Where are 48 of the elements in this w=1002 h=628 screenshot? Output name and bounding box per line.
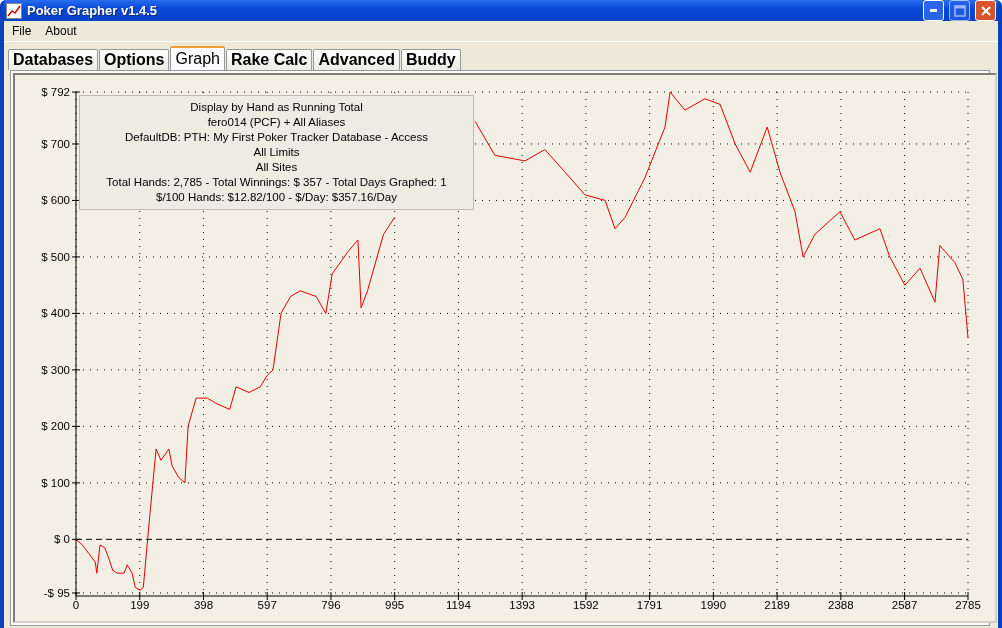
y-tick-label: $ 100	[41, 476, 70, 489]
close-button[interactable]	[975, 0, 996, 21]
tab[interactable]: Graph	[170, 46, 225, 70]
x-tick-label: 1194	[446, 599, 471, 611]
menu-item[interactable]: File	[6, 23, 38, 39]
tab[interactable]: Databases	[8, 49, 99, 70]
x-tick-label: 199	[130, 599, 150, 611]
y-tick-label: $ 0	[54, 533, 70, 546]
y-tick-label: $ 400	[41, 307, 70, 320]
minimize-icon	[930, 9, 937, 12]
maximize-button[interactable]	[949, 0, 970, 21]
x-tick-label: 2785	[955, 599, 981, 611]
close-icon	[979, 4, 992, 17]
info-line: $/100 Hands: $12.82/100 - $/Day: $357.16/Day	[156, 190, 397, 205]
y-tick-label: $ 700	[41, 137, 70, 150]
y-tick-label: -$ 95	[43, 587, 70, 599]
x-tick-label: 995	[385, 599, 405, 611]
menu-item[interactable]: About	[39, 23, 83, 39]
minimize-button[interactable]	[923, 0, 944, 21]
x-tick-label: 0	[72, 599, 80, 611]
info-line: Total Hands: 2,785 - Total Winnings: $ 357 - Total Days Graphed: 1	[106, 175, 447, 190]
x-tick-label: 796	[321, 599, 341, 611]
window-title: Poker Grapher v1.4.5	[27, 3, 159, 18]
x-tick-label: 2388	[828, 599, 854, 611]
x-tick-label: 1592	[573, 599, 599, 611]
tab[interactable]: Advanced	[313, 49, 400, 70]
y-tick-label: $ 500	[41, 250, 70, 263]
info-line: DefaultDB: PTH: My First Poker Tracker Database - Access	[125, 130, 428, 145]
x-tick-label: 2587	[891, 599, 918, 611]
y-tick-label: $ 200	[41, 420, 70, 433]
info-line: All Sites	[255, 160, 298, 175]
x-tick-label: 1990	[700, 599, 727, 611]
x-tick-label: 1393	[509, 599, 535, 611]
graph-app-icon	[6, 2, 22, 19]
y-tick-label: $ 600	[41, 194, 70, 207]
tab[interactable]: Rake Calc	[225, 49, 313, 70]
info-line: All Limits	[253, 145, 300, 160]
tab[interactable]: Buddy	[400, 49, 461, 70]
maximize-icon	[953, 4, 966, 17]
tab[interactable]: Options	[99, 49, 170, 70]
x-tick-label: 2189	[764, 599, 790, 611]
x-tick-label: 597	[257, 599, 277, 611]
info-line: fero014 (PCF) + All Aliases	[207, 115, 346, 130]
x-tick-label: 1791	[636, 599, 663, 611]
y-tick-label: $ 300	[41, 363, 70, 376]
info-line: Display by Hand as Running Total	[190, 100, 363, 115]
x-tick-label: 398	[193, 599, 214, 611]
y-tick-label: $ 792	[41, 86, 70, 98]
